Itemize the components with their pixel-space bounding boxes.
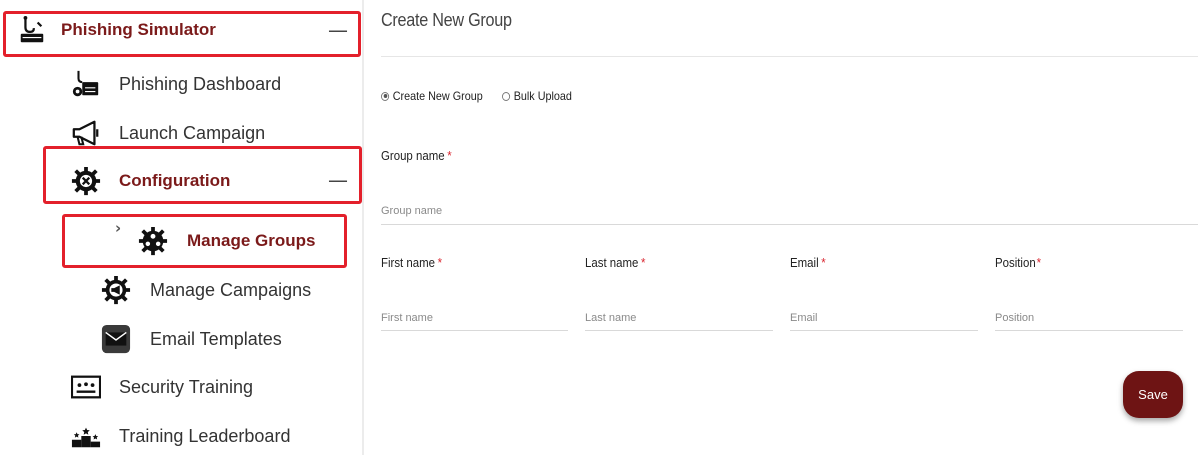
position-label-text: Position (995, 255, 1036, 270)
sidebar-item-training-leaderboard[interactable]: Training Leaderboard (70, 420, 290, 452)
first-name-label-text: First name (381, 255, 436, 270)
sidebar-item-manage-campaigns[interactable]: Manage Campaigns (100, 274, 311, 306)
sidebar-item-manage-groups[interactable]: Manage Groups (137, 225, 315, 257)
sidebar: Phishing Simulator — Phishing Dashboard … (0, 0, 364, 455)
first-name-label: First name * (381, 255, 442, 270)
sidebar-item-label: Manage Groups (187, 231, 316, 250)
chevron-right-icon: › (115, 219, 122, 237)
main-panel: Create New Group Create New Group Bulk U… (366, 0, 1200, 455)
sidebar-item-label: Phishing Dashboard (119, 73, 282, 94)
radio-label: Create New Group (392, 89, 483, 103)
required-asterisk: * (1036, 255, 1042, 270)
required-asterisk: * (641, 255, 646, 270)
last-name-input[interactable] (585, 305, 773, 331)
page-title: Create New Group (381, 10, 512, 30)
mode-radio-group: Create New Group Bulk Upload (381, 89, 588, 103)
sidebar-item-label: Phishing Simulator (61, 20, 216, 39)
sidebar-item-phishing-simulator[interactable]: Phishing Simulator (16, 14, 216, 46)
divider (381, 56, 1198, 57)
last-name-label: Last name * (585, 255, 646, 270)
megaphone-icon (70, 117, 102, 149)
envelope-icon (100, 323, 132, 355)
save-button[interactable]: Save (1123, 371, 1183, 418)
sidebar-item-label: Manage Campaigns (150, 279, 312, 300)
first-name-input[interactable] (381, 305, 568, 331)
collapse-icon[interactable]: — (328, 168, 348, 192)
sidebar-item-label: Configuration (119, 171, 231, 190)
group-name-input[interactable] (381, 198, 1198, 225)
position-input[interactable] (995, 305, 1183, 331)
radio-label: Bulk Upload (513, 89, 572, 103)
phishing-dashboard-icon (70, 68, 102, 100)
sidebar-item-label: Security Training (119, 376, 254, 397)
sidebar-item-phishing-dashboard[interactable]: Phishing Dashboard (70, 68, 281, 100)
radio-bulk-upload[interactable]: Bulk Upload (502, 89, 572, 103)
sidebar-item-email-templates[interactable]: Email Templates (100, 323, 282, 355)
position-label: Position* (995, 255, 1041, 270)
sidebar-item-launch-campaign[interactable]: Launch Campaign (70, 117, 265, 149)
group-name-label-text: Group name (381, 148, 445, 163)
radio-unselected-icon[interactable] (502, 91, 511, 101)
group-name-label: Group name * (381, 148, 452, 163)
sidebar-item-label: Training Leaderboard (119, 425, 291, 446)
email-label: Email * (790, 255, 826, 270)
gear-group-icon (137, 225, 169, 257)
collapse-icon[interactable]: — (328, 18, 348, 42)
phishing-hook-icon (16, 14, 48, 46)
required-asterisk: * (821, 255, 826, 270)
sidebar-item-configuration[interactable]: Configuration (70, 165, 230, 197)
sidebar-item-label: Email Templates (150, 328, 282, 349)
last-name-label-text: Last name (585, 255, 639, 270)
email-input[interactable] (790, 305, 978, 331)
email-label-text: Email (790, 255, 819, 270)
required-asterisk: * (447, 148, 452, 163)
sidebar-item-label: Launch Campaign (119, 122, 266, 143)
podium-icon (70, 420, 102, 452)
radio-create-new-group[interactable]: Create New Group (381, 89, 483, 103)
required-asterisk: * (437, 255, 443, 270)
gear-wrench-icon (70, 165, 102, 197)
gear-megaphone-icon (100, 274, 132, 306)
presentation-icon (70, 371, 102, 403)
radio-selected-icon[interactable] (381, 91, 390, 101)
sidebar-item-security-training[interactable]: Security Training (70, 371, 253, 403)
